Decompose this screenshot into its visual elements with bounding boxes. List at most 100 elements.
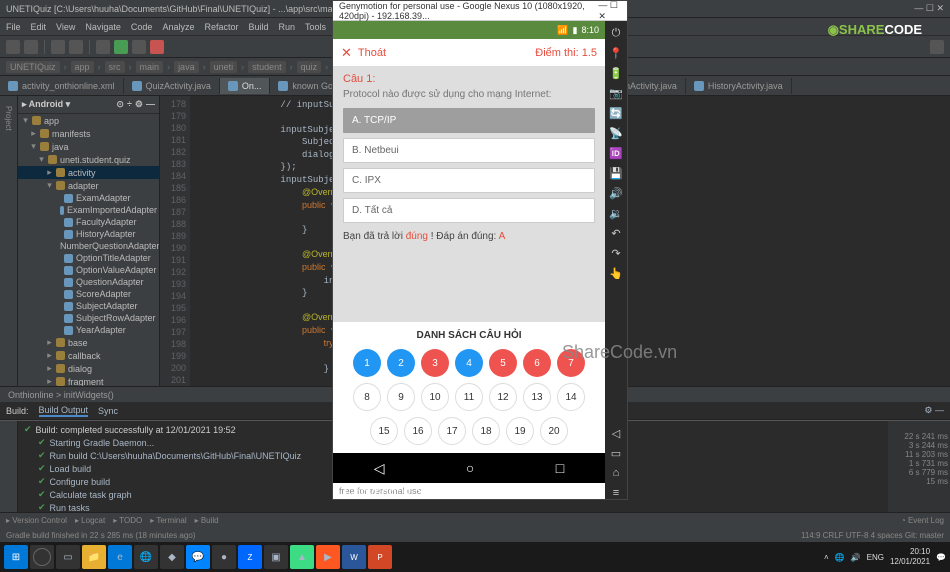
answer-option[interactable]: D. Tất cả [343,198,595,223]
tree-item[interactable]: ▸manifests [18,127,159,140]
rotate-icon[interactable]: 🔄 [610,107,622,119]
emulator-window-controls[interactable]: — ☐ ✕ [598,0,621,22]
menu-code[interactable]: Code [131,22,153,32]
menu-view[interactable]: View [56,22,75,32]
answer-option[interactable]: A. TCP/IP [343,108,595,133]
start-button[interactable]: ⊞ [4,545,28,569]
debug-icon[interactable] [132,40,146,54]
question-nav-button[interactable]: 13 [523,383,551,411]
nav-recent-icon[interactable]: ▭ [610,447,622,459]
build-tab-sync[interactable]: Sync [98,406,118,416]
project-tool-label[interactable]: Project [4,106,13,131]
app-icon[interactable]: ◆ [160,545,184,569]
run-icon[interactable] [114,40,128,54]
tray-notifications-icon[interactable]: 💬 [936,553,946,562]
power-icon[interactable]: ⏻ [610,27,622,39]
question-nav-button[interactable]: 1 [353,349,381,377]
task-view-icon[interactable]: ▭ [56,545,80,569]
tool-tab[interactable]: ▸ Terminal [150,516,186,525]
zalo-icon[interactable]: Z [238,545,262,569]
tree-item[interactable]: SubjectRowAdapter [18,312,159,324]
breadcrumb-item[interactable]: app [71,61,94,73]
exit-label[interactable]: Thoát [358,47,386,59]
tool-tab[interactable]: ▸ Version Control [6,516,67,525]
tree-item[interactable]: SubjectAdapter [18,300,159,312]
tree-item[interactable]: OptionTitleAdapter [18,252,159,264]
open-icon[interactable] [6,40,20,54]
rotate-left-icon[interactable]: ↶ [610,227,622,239]
search-icon[interactable] [30,545,54,569]
build-icon[interactable] [96,40,110,54]
rotate-right-icon[interactable]: ↷ [610,247,622,259]
word-icon[interactable]: W [342,545,366,569]
app-icon[interactable]: ● [212,545,236,569]
menu-icon[interactable]: ≡ [610,487,622,499]
project-tree[interactable]: ▸ Android ▾ ⊙÷⚙— ▾app▸manifests▾java▾une… [18,96,160,386]
nav-back-icon[interactable]: ◁ [374,460,385,477]
redo-icon[interactable] [69,40,83,54]
menu-tools[interactable]: Tools [305,22,326,32]
answer-option[interactable]: B. Netbeui [343,138,595,163]
question-nav-button[interactable]: 3 [421,349,449,377]
save-icon[interactable] [24,40,38,54]
breadcrumb-item[interactable]: quiz [297,61,322,73]
stop-icon[interactable] [150,40,164,54]
search-icon[interactable] [930,40,944,54]
tree-item[interactable]: ▸base [18,336,159,349]
question-nav-button[interactable]: 8 [353,383,381,411]
tree-item[interactable]: ▸callback [18,349,159,362]
menu-refactor[interactable]: Refactor [204,22,238,32]
question-nav-button[interactable]: 2 [387,349,415,377]
tool-tab[interactable]: ▸ Logcat [75,516,105,525]
window-controls[interactable]: — ☐ ✕ [914,3,944,14]
tree-item[interactable]: ▸activity [18,166,159,179]
tree-item[interactable]: YearAdapter [18,324,159,336]
player-icon[interactable]: ▶ [316,545,340,569]
menu-build[interactable]: Build [248,22,268,32]
question-nav-button[interactable]: 4 [455,349,483,377]
close-icon[interactable]: ✕ [341,45,352,61]
edge-icon[interactable]: e [108,545,132,569]
nav-back-icon[interactable]: ◁ [610,427,622,439]
answer-option[interactable]: C. IPX [343,168,595,193]
tree-item[interactable]: HistoryAdapter [18,228,159,240]
menu-edit[interactable]: Edit [31,22,47,32]
question-nav-button[interactable]: 6 [523,349,551,377]
event-log[interactable]: ◔ Event Log [901,516,944,525]
question-nav-button[interactable]: 20 [540,417,568,445]
breadcrumb-item[interactable]: uneti [210,61,238,73]
camera-icon[interactable]: 📷 [610,87,622,99]
menu-file[interactable]: File [6,22,21,32]
phone-screen[interactable]: 📶 ▮ 8:10 ✕ Thoát Điểm thi: 1.5 Câu 1: Pr… [333,21,605,499]
editor-tab[interactable]: activity_onthionline.xml [0,78,124,94]
menu-navigate[interactable]: Navigate [85,22,121,32]
android-studio-icon[interactable]: ▲ [290,545,314,569]
question-nav-button[interactable]: 18 [472,417,500,445]
tool-tab[interactable]: ▸ TODO [113,516,142,525]
windows-taskbar[interactable]: ⊞ ▭ 📁 e 🌐 ◆ 💬 ● Z ▣ ▲ ▶ W P ˄ 🌐 🔊 ENG 20… [0,542,950,572]
tree-item[interactable]: ExamImportedAdapter [18,204,159,216]
menu-run[interactable]: Run [279,22,296,32]
tray-chevron-icon[interactable]: ˄ [824,553,829,562]
editor-tab[interactable]: HistoryActivity.java [686,78,792,94]
tree-item[interactable]: ▸dialog [18,362,159,375]
pinch-icon[interactable]: 👆 [610,267,622,279]
sqlserver-icon[interactable]: ▣ [264,545,288,569]
battery-icon[interactable]: 🔋 [610,67,622,79]
tray-network-icon[interactable]: 🌐 [835,553,845,562]
question-nav-button[interactable]: 16 [404,417,432,445]
menu-analyze[interactable]: Analyze [162,22,194,32]
tree-item[interactable]: OptionValueAdapter [18,264,159,276]
tray-lang[interactable]: ENG [867,553,884,562]
tool-tab[interactable]: ▸ Build [195,516,219,525]
volume-up-icon[interactable]: 🔊 [610,187,622,199]
tree-item[interactable]: QuestionAdapter [18,276,159,288]
breadcrumb-item[interactable]: student [248,61,286,73]
tree-item[interactable]: ▾app [18,114,159,127]
question-nav-button[interactable]: 12 [489,383,517,411]
emulator-titlebar[interactable]: Genymotion for personal use - Google Nex… [333,1,627,21]
disk-icon[interactable]: 💾 [610,167,622,179]
breadcrumb-item[interactable]: java [174,61,199,73]
id-icon[interactable]: 🆔 [610,147,622,159]
tray-volume-icon[interactable]: 🔊 [851,553,861,562]
